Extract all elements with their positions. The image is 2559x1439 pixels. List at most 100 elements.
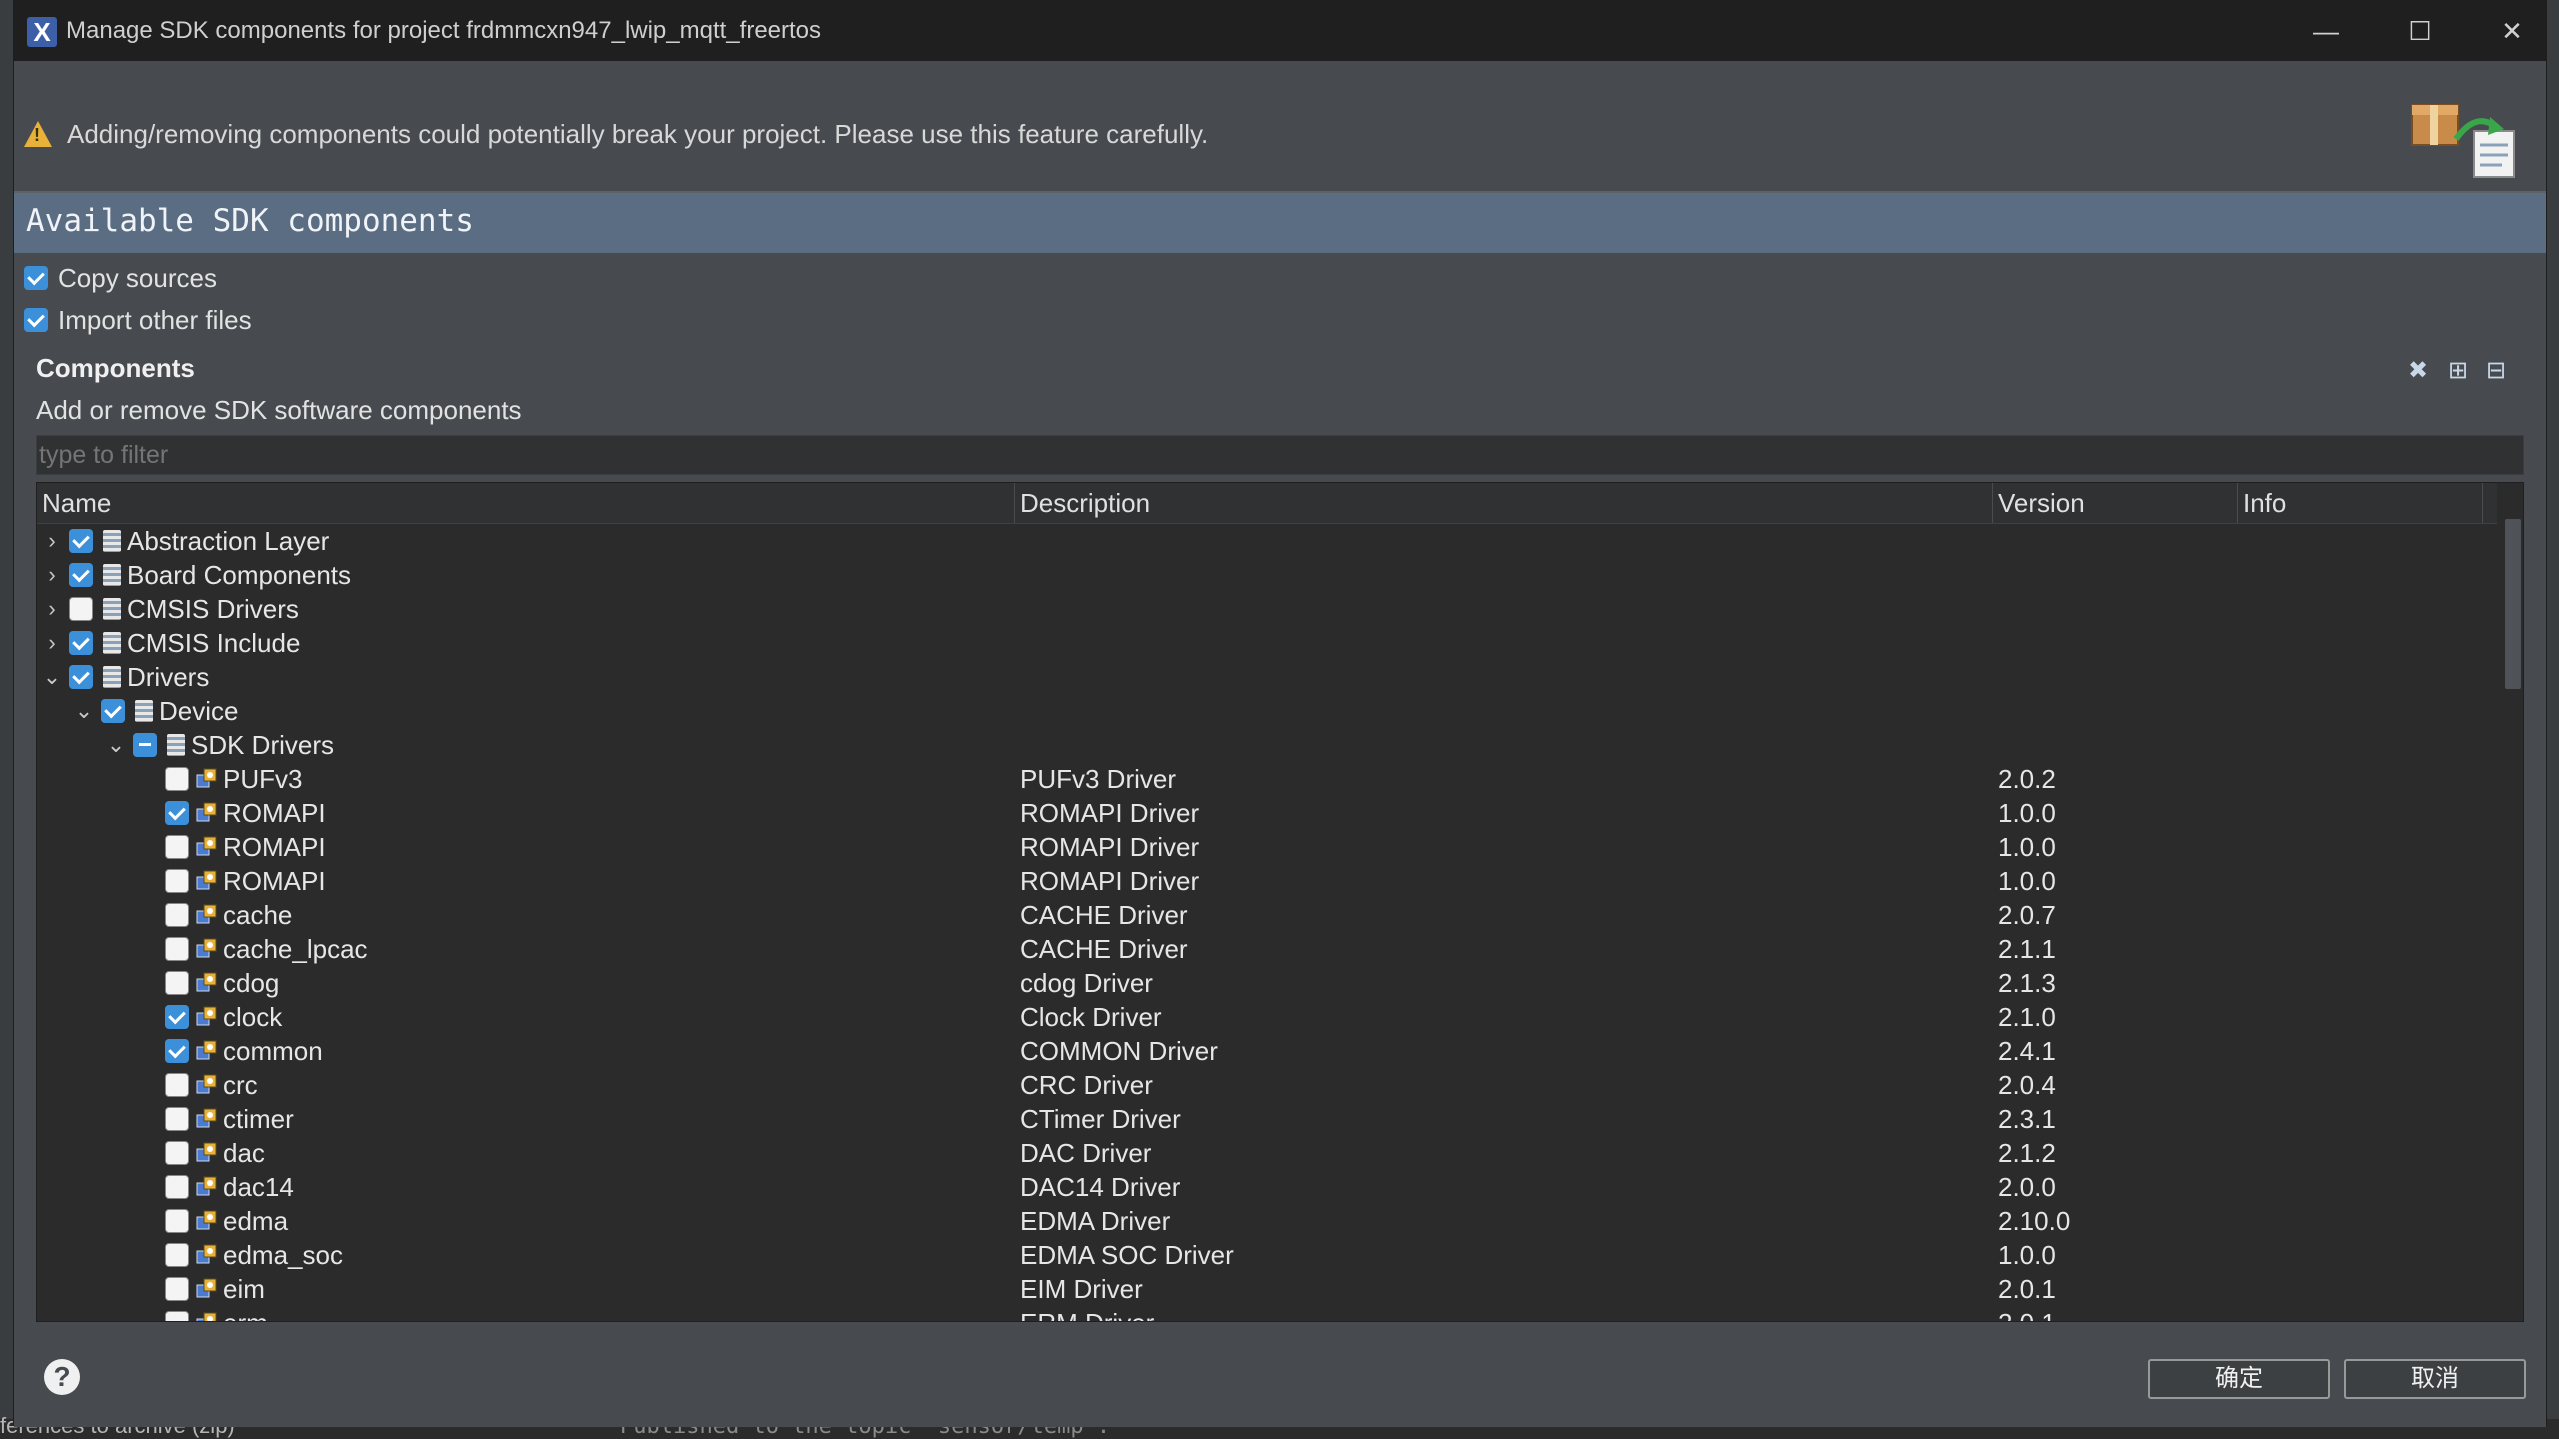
chevron-right-icon[interactable]: › xyxy=(41,626,63,660)
section-title: Available SDK components xyxy=(26,203,474,239)
row-checkbox[interactable] xyxy=(165,971,189,995)
table-row[interactable]: › CMSIS Drivers xyxy=(37,592,2497,626)
column-header-name[interactable]: Name xyxy=(37,483,1015,523)
table-row[interactable]: › Board Components xyxy=(37,558,2497,592)
table-row[interactable]: ROMAPI ROMAPI Driver 1.0.0 xyxy=(37,864,2497,898)
chevron-down-icon[interactable]: ⌄ xyxy=(73,694,95,728)
row-name: dac14 xyxy=(223,1172,294,1202)
row-checkbox[interactable] xyxy=(165,1107,189,1131)
chevron-down-icon[interactable]: ⌄ xyxy=(105,728,127,762)
row-checkbox[interactable] xyxy=(165,1175,189,1199)
driver-component-icon xyxy=(196,1176,217,1196)
row-checkbox[interactable] xyxy=(165,1209,189,1233)
driver-component-icon xyxy=(196,1278,217,1298)
column-header-description[interactable]: Description xyxy=(1015,483,1993,523)
column-header-info[interactable]: Info xyxy=(2238,483,2483,523)
import-other-files-checkbox[interactable] xyxy=(24,308,48,332)
row-checkbox[interactable] xyxy=(69,563,93,587)
close-button[interactable]: ✕ xyxy=(2490,13,2534,49)
table-row[interactable]: edma EDMA Driver 2.10.0 xyxy=(37,1204,2497,1238)
row-checkbox[interactable] xyxy=(69,665,93,689)
copy-sources-checkbox[interactable] xyxy=(24,266,48,290)
row-name: ROMAPI xyxy=(223,798,326,828)
table-row[interactable]: ⌄ SDK Drivers xyxy=(37,728,2497,762)
app-logo-icon: X xyxy=(27,17,57,47)
row-checkbox[interactable] xyxy=(101,699,125,723)
row-name: ROMAPI xyxy=(223,866,326,896)
chevron-right-icon[interactable]: › xyxy=(41,592,63,626)
table-row[interactable]: › CMSIS Include xyxy=(37,626,2497,660)
row-checkbox[interactable] xyxy=(69,597,93,621)
row-version: 2.1.1 xyxy=(1998,934,2056,964)
manage-sdk-components-dialog: X Manage SDK components for project frdm… xyxy=(13,0,2547,1427)
table-row[interactable]: › Abstraction Layer xyxy=(37,524,2497,558)
row-name: Drivers xyxy=(127,662,210,692)
collapse-all-icon[interactable]: ⊟ xyxy=(2482,357,2510,385)
chevron-right-icon[interactable]: › xyxy=(41,524,63,558)
ok-button[interactable]: 确定 xyxy=(2148,1359,2330,1399)
chevron-down-icon[interactable]: ⌄ xyxy=(41,660,63,694)
driver-component-icon xyxy=(196,802,217,822)
minimize-button[interactable]: — xyxy=(2304,13,2348,49)
table-row[interactable]: dac DAC Driver 2.1.2 xyxy=(37,1136,2497,1170)
table-row[interactable]: cache_lpcac CACHE Driver 2.1.1 xyxy=(37,932,2497,966)
row-checkbox[interactable] xyxy=(165,937,189,961)
table-row[interactable]: PUFv3 PUFv3 Driver 2.0.2 xyxy=(37,762,2497,796)
row-checkbox[interactable] xyxy=(69,631,93,655)
table-row[interactable]: ⌄ Drivers xyxy=(37,660,2497,694)
cancel-button[interactable]: 取消 xyxy=(2344,1359,2526,1399)
clear-filter-icon[interactable]: ✖ xyxy=(2404,357,2432,385)
warning-message: Adding/removing components could potenti… xyxy=(67,119,1209,149)
filter-input[interactable] xyxy=(36,435,2524,475)
row-checkbox[interactable] xyxy=(165,835,189,859)
row-checkbox[interactable] xyxy=(165,1277,189,1301)
row-checkbox[interactable] xyxy=(165,1141,189,1165)
table-row[interactable]: common COMMON Driver 2.4.1 xyxy=(37,1034,2497,1068)
row-checkbox[interactable] xyxy=(69,529,93,553)
row-checkbox[interactable] xyxy=(133,733,157,757)
component-group-icon xyxy=(103,564,121,586)
table-row[interactable]: eim EIM Driver 2.0.1 xyxy=(37,1272,2497,1306)
help-icon[interactable]: ? xyxy=(44,1359,80,1395)
row-checkbox[interactable] xyxy=(165,1039,189,1063)
expand-all-icon[interactable]: ⊞ xyxy=(2444,357,2472,385)
table-row[interactable]: erm ERM Driver 2.0.1 xyxy=(37,1306,2497,1321)
row-checkbox[interactable] xyxy=(165,903,189,927)
row-checkbox[interactable] xyxy=(165,1005,189,1029)
row-description: cdog Driver xyxy=(1020,968,1153,998)
row-checkbox[interactable] xyxy=(165,1073,189,1097)
row-description: CACHE Driver xyxy=(1020,900,1188,930)
chevron-right-icon[interactable]: › xyxy=(41,558,63,592)
table-row[interactable]: edma_soc EDMA SOC Driver 1.0.0 xyxy=(37,1238,2497,1272)
table-row[interactable]: ROMAPI ROMAPI Driver 1.0.0 xyxy=(37,830,2497,864)
driver-component-icon xyxy=(196,972,217,992)
table-row[interactable]: ⌄ Device xyxy=(37,694,2497,728)
row-checkbox[interactable] xyxy=(165,869,189,893)
row-version: 1.0.0 xyxy=(1998,866,2056,896)
table-row[interactable]: ctimer CTimer Driver 2.3.1 xyxy=(37,1102,2497,1136)
components-heading: Components xyxy=(36,353,195,383)
row-checkbox[interactable] xyxy=(165,801,189,825)
row-description: EDMA Driver xyxy=(1020,1206,1171,1236)
table-row[interactable]: ROMAPI ROMAPI Driver 1.0.0 xyxy=(37,796,2497,830)
row-description: COMMON Driver xyxy=(1020,1036,1218,1066)
table-row[interactable]: cache CACHE Driver 2.0.7 xyxy=(37,898,2497,932)
table-row[interactable]: cdog cdog Driver 2.1.3 xyxy=(37,966,2497,1000)
row-checkbox[interactable] xyxy=(165,1243,189,1267)
column-header-version[interactable]: Version xyxy=(1993,483,2238,523)
row-description: ERM Driver xyxy=(1020,1306,1154,1321)
vertical-scrollbar[interactable] xyxy=(2501,483,2523,1321)
maximize-button[interactable]: ☐ xyxy=(2398,13,2442,49)
row-checkbox[interactable] xyxy=(165,767,189,791)
row-description: ROMAPI Driver xyxy=(1020,832,1200,862)
row-version: 2.0.7 xyxy=(1998,900,2056,930)
row-description: EDMA SOC Driver xyxy=(1020,1240,1234,1270)
component-group-icon xyxy=(167,734,185,756)
table-row[interactable]: dac14 DAC14 Driver 2.0.0 xyxy=(37,1170,2497,1204)
row-version: 2.10.0 xyxy=(1998,1206,2071,1236)
row-name: ctimer xyxy=(223,1104,294,1134)
scrollbar-thumb[interactable] xyxy=(2505,519,2521,689)
table-row[interactable]: crc CRC Driver 2.0.4 xyxy=(37,1068,2497,1102)
table-row[interactable]: clock Clock Driver 2.1.0 xyxy=(37,1000,2497,1034)
row-checkbox[interactable] xyxy=(165,1311,189,1321)
